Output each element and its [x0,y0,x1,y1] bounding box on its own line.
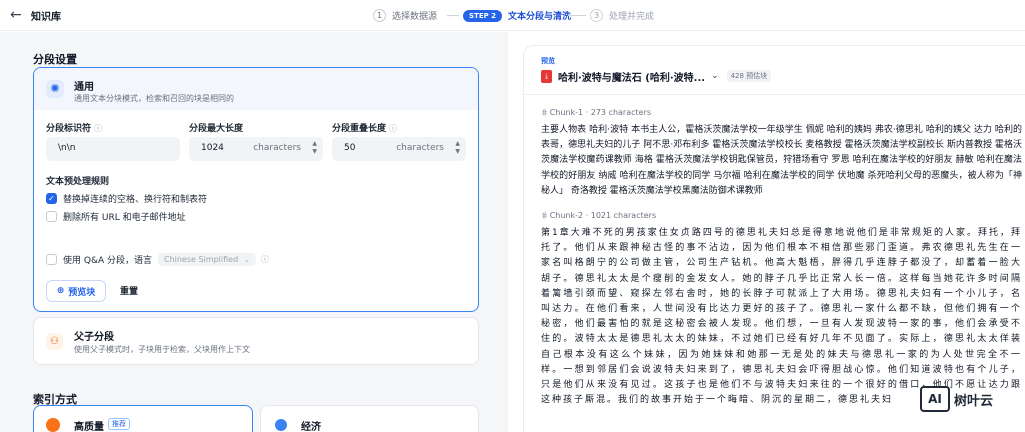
reset-button[interactable]: 重置 [120,284,138,297]
step-divider [447,15,459,16]
search-icon: ⊕ [56,286,65,296]
overlap-label: 分段重叠长度 ⓘ [332,124,398,134]
step-label: 文本分段与清洗 [508,12,572,22]
economy-option[interactable]: 经济 [260,405,479,432]
chunk-header: ⋕ Chunk-1 · 273 characters [541,108,652,117]
high-quality-option[interactable]: 高质量 推荐 [33,405,253,432]
separator-label: 分段标识符 ⓘ [46,124,103,134]
parent-child-title: 父子分段 [74,332,114,343]
step-label: 处理并完成 [609,12,655,22]
checkbox-icon[interactable] [46,210,57,222]
watermark-badge: AI [920,386,950,412]
preprocess-title: 文本预处理规则 [46,177,110,187]
info-icon: ⓘ [261,254,270,264]
flame-icon [46,418,60,432]
segment-section-title: 分段设置 [33,53,77,66]
qa-label: 使用 Q&A 分段，语言 [63,255,152,266]
stepper-icon[interactable]: ▲ ▼ [455,140,460,156]
grid-icon: ⋕ [541,108,548,117]
divider [524,94,1025,95]
overlap-unit: characters [396,143,444,153]
step-2: STEP 2 文本分段与清洗 [463,7,571,24]
checkbox-icon[interactable] [46,253,57,265]
watermark-text: 树叶云 [954,393,994,409]
step-number: 1 [373,9,386,22]
max-length-label: 分段最大长度 [189,124,244,134]
step-label: 选择数据源 [392,12,438,22]
general-title: 通用 [74,82,94,93]
qa-segment-option[interactable]: 使用 Q&A 分段，语言 Chinese Simplified ⌄ ⓘ [46,252,269,266]
chevron-down-icon[interactable]: ⌄ [711,71,719,81]
people-icon: ⚇ [46,333,63,350]
general-desc: 通用文本分块模式，检索和召回的块是相同的 [74,94,234,103]
max-length-value: 1024 [201,143,224,153]
max-length-input[interactable]: 1024 characters ▲ ▼ [189,137,323,161]
document-name: 哈利·波特与魔法石 (哈利·波特... [558,72,706,84]
rule-replace-spaces[interactable]: ✓ 替换掉连续的空格、换行符和制表符 [46,191,207,205]
general-mode-card[interactable]: ✺ 通用 通用文本分块模式，检索和召回的块是相同的 分段标识符 ⓘ \n\n 分段… [33,67,479,312]
watermark-logo: AI 树叶云 [920,386,993,412]
economy-title: 经济 [301,422,321,432]
preview-panel: 预览 ⤓ 哈利·波特与魔法石 (哈利·波特... ⌄ 428 预估块 ⋕ Chun… [523,45,1025,432]
top-header: ← 知识库 1 选择数据源 STEP 2 文本分段与清洗 3 处理并完成 [0,0,1025,31]
chunk-header: ⋕ Chunk-2 · 1021 characters [541,211,657,220]
preview-label: 预览 [541,57,555,65]
pdf-icon: ⤓ [541,69,552,83]
step-3: 3 处理并完成 [590,7,654,24]
step-1: 1 选择数据源 [373,7,437,24]
gear-icon: ✺ [46,80,64,98]
rule-label: 删除所有 URL 和电子邮件地址 [63,212,186,223]
rule-label: 替换掉连续的空格、换行符和制表符 [63,194,208,205]
parent-child-desc: 使用父子模式时，子块用于检索，父块用作上下文 [74,345,250,354]
recommended-badge: 推荐 [108,418,130,430]
coin-icon [275,419,287,431]
grid-icon: ⋕ [541,211,548,220]
stepper-icon[interactable]: ▲ ▼ [312,140,317,156]
separator-value: \n\n [58,143,76,153]
step-number: 3 [590,9,603,22]
help-icon: ⓘ [389,124,398,133]
chunk-text: 主要人物表 哈利·波特 本书主人公，霍格沃茨魔法学校一年级学生 佩妮 哈利的姨妈… [541,125,1022,196]
separator-input[interactable]: \n\n [46,137,180,161]
step-divider [568,15,586,16]
language-select[interactable]: Chinese Simplified ⌄ [157,252,257,266]
document-selector[interactable]: ⤓ 哈利·波特与魔法石 (哈利·波特... ⌄ 428 预估块 [541,68,772,84]
max-length-unit: characters [253,143,301,153]
page-title: 知识库 [31,12,61,23]
chunk-count-badge: 428 预估块 [726,70,772,82]
rule-remove-urls[interactable]: 删除所有 URL 和电子邮件地址 [46,209,186,223]
general-card-header: ✺ 通用 通用文本分块模式，检索和召回的块是相同的 [34,68,478,110]
preview-chunks-button[interactable]: ⊕ 预览块 [46,280,106,302]
step-pill: STEP 2 [463,9,503,22]
high-quality-title: 高质量 [74,422,104,432]
arrow-left-icon[interactable]: ← [10,6,26,24]
parent-child-mode-card[interactable]: ⚇ 父子分段 使用父子模式时，子块用于检索，父块用作上下文 [33,317,479,365]
overlap-value: 50 [344,143,356,153]
overlap-input[interactable]: 50 characters ▲ ▼ [332,137,466,161]
help-icon: ⓘ [94,124,103,133]
chevron-down-icon: ⌄ [244,255,251,264]
checkbox-checked-icon[interactable]: ✓ [46,192,57,204]
